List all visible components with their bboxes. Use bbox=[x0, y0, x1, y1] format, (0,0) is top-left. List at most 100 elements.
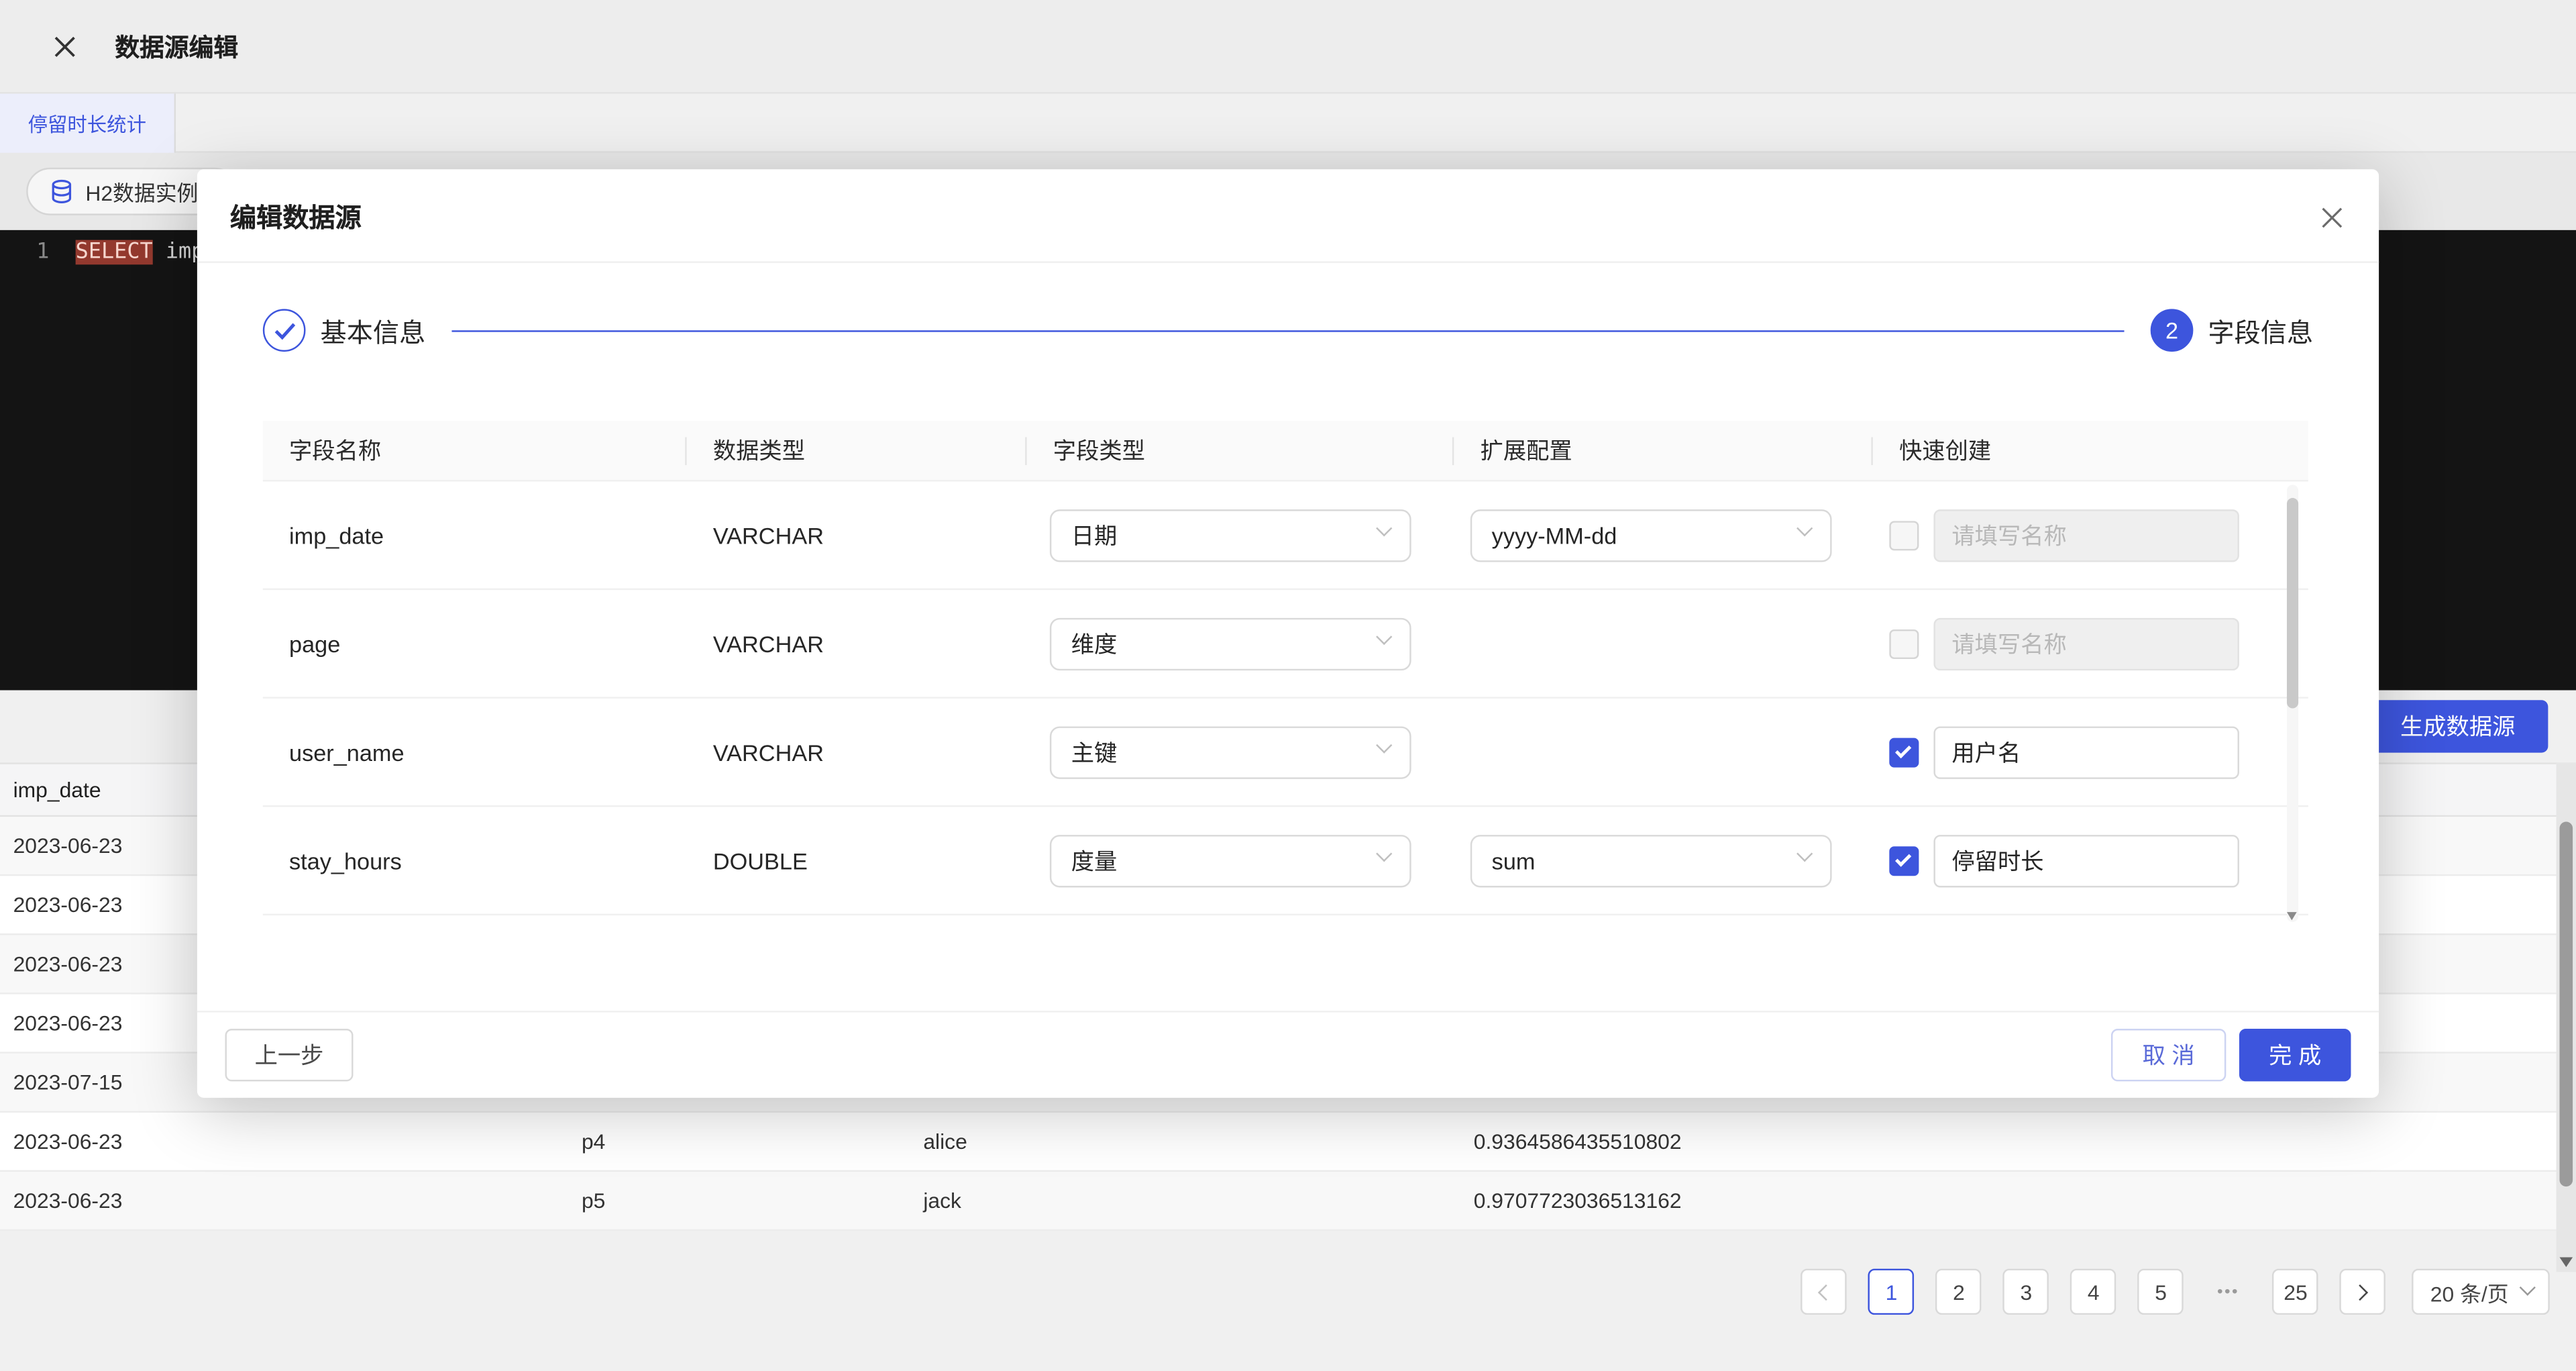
topbar: 数据源编辑 bbox=[0, 0, 2576, 94]
pagination-page-1[interactable]: 1 bbox=[1868, 1269, 1915, 1315]
pagination-page-5[interactable]: 5 bbox=[2138, 1269, 2184, 1315]
step1-label: 基本信息 bbox=[321, 311, 426, 350]
field-type-select[interactable]: 日期 bbox=[1050, 509, 1411, 561]
select-value: 日期 bbox=[1071, 519, 1118, 552]
pagination-bar: 1 2 3 4 5 ••• 25 20 条/页 bbox=[0, 1260, 2576, 1370]
sql-rest: imp bbox=[153, 240, 205, 265]
pagination-page-25[interactable]: 25 bbox=[2273, 1269, 2319, 1315]
chevron-down-icon bbox=[2520, 1280, 2536, 1296]
steps: 基本信息 2 字段信息 bbox=[263, 309, 2313, 352]
sql-keyword: SELECT bbox=[76, 240, 153, 265]
modal-title: 编辑数据源 bbox=[230, 195, 362, 235]
cell: p5 bbox=[582, 1188, 923, 1213]
pagination-page-3[interactable]: 3 bbox=[2003, 1269, 2049, 1315]
field-table-header: 字段名称 数据类型 字段类型 扩展配置 快速创建 bbox=[263, 421, 2308, 482]
field-row: page VARCHAR 维度 bbox=[263, 590, 2308, 699]
field-row: user_name VARCHAR 主键 bbox=[263, 699, 2308, 807]
prev-step-button[interactable]: 上一步 bbox=[225, 1029, 354, 1081]
step-connector bbox=[452, 329, 2125, 331]
quick-create-checkbox[interactable] bbox=[1889, 846, 1919, 875]
select-value: 度量 bbox=[1071, 844, 1118, 877]
pagination-page-4[interactable]: 4 bbox=[2070, 1269, 2116, 1315]
chevron-down-icon bbox=[1376, 628, 1392, 644]
pagination: 1 2 3 4 5 ••• 25 20 条/页 bbox=[1801, 1269, 2550, 1315]
pagination-ellipsis[interactable]: ••• bbox=[2205, 1269, 2251, 1315]
scrollbar-thumb[interactable] bbox=[2560, 821, 2573, 1186]
chevron-down-icon bbox=[1376, 845, 1392, 861]
page-scrollbar[interactable] bbox=[2557, 762, 2576, 1272]
column-header: 字段类型 bbox=[1027, 421, 1454, 480]
cell: 2023-06-23 bbox=[0, 1129, 582, 1154]
select-value: 维度 bbox=[1071, 627, 1118, 660]
line-number: 1 bbox=[0, 240, 49, 265]
check-icon bbox=[274, 321, 295, 340]
tab-stay-duration[interactable]: 停留时长统计 bbox=[0, 94, 176, 153]
column-header: 扩展配置 bbox=[1454, 421, 1872, 480]
cell: jack bbox=[923, 1188, 1473, 1213]
select-value: yyyy-MM-dd bbox=[1492, 522, 1617, 548]
step1-check-circle bbox=[263, 309, 306, 352]
quick-name-input[interactable] bbox=[1933, 725, 2239, 778]
field-type-select[interactable]: 度量 bbox=[1050, 834, 1411, 886]
scroll-down-icon[interactable] bbox=[2560, 1257, 2573, 1267]
field-type-select[interactable]: 维度 bbox=[1050, 617, 1411, 670]
close-editor-icon[interactable] bbox=[49, 32, 78, 61]
field-name: user_name bbox=[263, 739, 687, 765]
chevron-down-icon bbox=[1796, 519, 1813, 536]
scroll-down-icon[interactable] bbox=[2287, 912, 2297, 920]
chevron-down-icon bbox=[1376, 519, 1392, 536]
chevron-left-icon bbox=[1819, 1284, 1835, 1300]
pagination-page-2[interactable]: 2 bbox=[1936, 1269, 1982, 1315]
app-root: 数据源编辑 停留时长统计 H2数据实例... 1 SELECT imp 生 bbox=[0, 0, 2576, 1370]
step-field-info: 2 字段信息 bbox=[2151, 309, 2313, 352]
step-basic-info: 基本信息 bbox=[263, 309, 425, 352]
quick-name-input[interactable] bbox=[1933, 617, 2239, 670]
ext-config-select[interactable]: sum bbox=[1470, 834, 1832, 886]
modal-scrollbar[interactable] bbox=[2287, 485, 2298, 921]
cell: 0.9707723036513162 bbox=[1474, 1188, 2557, 1213]
select-value: 主键 bbox=[1071, 735, 1118, 768]
table-row: 2023-06-23 p5 jack 0.9707723036513162 bbox=[0, 1172, 2557, 1231]
page-size-value: 20 条/页 bbox=[2430, 1276, 2509, 1308]
cell: 2023-06-23 bbox=[0, 1188, 582, 1213]
modal-close-icon[interactable] bbox=[2318, 204, 2347, 232]
data-type: VARCHAR bbox=[687, 522, 1027, 548]
ext-config-select[interactable]: yyyy-MM-dd bbox=[1470, 509, 1832, 561]
field-row: imp_date VARCHAR 日期 yyyy-MM-dd bbox=[263, 482, 2308, 591]
quick-create-checkbox[interactable] bbox=[1889, 520, 1919, 550]
quick-name-input[interactable] bbox=[1933, 834, 2239, 886]
finish-button[interactable]: 完 成 bbox=[2239, 1029, 2351, 1081]
cancel-button[interactable]: 取 消 bbox=[2111, 1029, 2226, 1081]
cell: alice bbox=[923, 1129, 1473, 1154]
select-value: sum bbox=[1492, 847, 1536, 873]
cell: 0.9364586435510802 bbox=[1474, 1129, 2557, 1154]
check-icon bbox=[1895, 850, 1911, 866]
column-header: 快速创建 bbox=[1873, 421, 2308, 480]
chevron-down-icon bbox=[1796, 845, 1813, 861]
step2-number-circle: 2 bbox=[2151, 309, 2194, 352]
quick-name-input[interactable] bbox=[1933, 509, 2239, 561]
page-size-select[interactable]: 20 条/页 bbox=[2412, 1269, 2550, 1315]
field-type-select[interactable]: 主键 bbox=[1050, 725, 1411, 778]
data-type: VARCHAR bbox=[687, 739, 1027, 765]
data-type: VARCHAR bbox=[687, 630, 1027, 656]
pagination-prev-button[interactable] bbox=[1801, 1269, 1847, 1315]
table-row: 2023-06-23 p4 alice 0.9364586435510802 bbox=[0, 1113, 2557, 1172]
step2-label: 字段信息 bbox=[2208, 311, 2313, 350]
chevron-down-icon bbox=[1376, 736, 1392, 752]
field-table: 字段名称 数据类型 字段类型 扩展配置 快速创建 imp_date VARCHA… bbox=[263, 421, 2308, 915]
quick-create-checkbox[interactable] bbox=[1889, 629, 1919, 658]
sql-code: SELECT imp bbox=[76, 240, 205, 265]
check-icon bbox=[1895, 742, 1911, 758]
column-header: 数据类型 bbox=[687, 421, 1027, 480]
quick-create-checkbox[interactable] bbox=[1889, 737, 1919, 766]
edit-datasource-modal: 编辑数据源 基本信息 2 字段信息 字段名称 数据类型 字段类型 bbox=[197, 169, 2379, 1098]
field-name: page bbox=[263, 630, 687, 656]
datasource-name: H2数据实例... bbox=[85, 176, 216, 207]
pagination-next-button[interactable] bbox=[2340, 1269, 2386, 1315]
generate-datasource-button[interactable]: 生成数据源 bbox=[2367, 700, 2548, 752]
page-title: 数据源编辑 bbox=[115, 29, 238, 63]
tabbar: 停留时长统计 bbox=[0, 94, 2576, 153]
column-header: 字段名称 bbox=[263, 421, 687, 480]
scrollbar-thumb[interactable] bbox=[2287, 498, 2298, 708]
